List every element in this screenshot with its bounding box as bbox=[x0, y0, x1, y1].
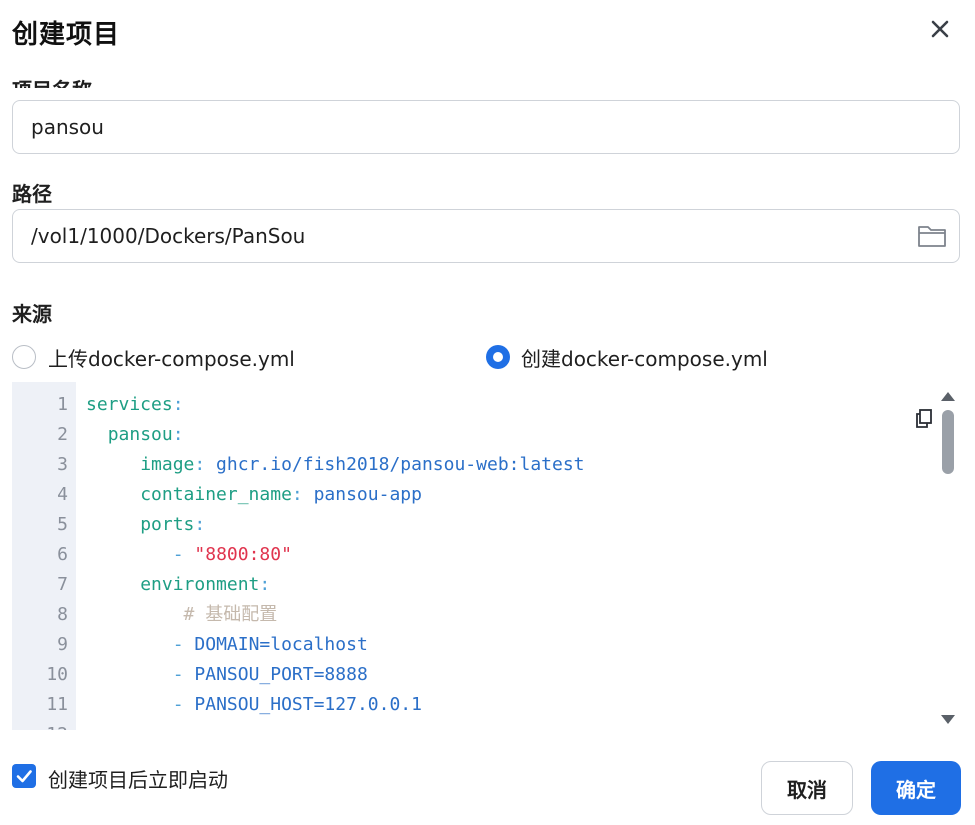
confirm-button[interactable]: 确定 bbox=[871, 761, 961, 815]
copy-icon bbox=[916, 409, 932, 428]
line-number: 5 bbox=[57, 514, 68, 535]
triangle-down-icon bbox=[941, 715, 955, 724]
close-button[interactable] bbox=[925, 14, 955, 44]
code-line[interactable]: 11 - PANSOU_HOST=127.0.0.1 bbox=[12, 690, 942, 720]
code-punct: : bbox=[291, 484, 303, 505]
code-value: PANSOU_HOST=127.0.0.1 bbox=[194, 694, 422, 715]
line-number: 12 bbox=[12, 720, 68, 730]
code-dash: - bbox=[172, 694, 195, 715]
code-str: "8800:80" bbox=[194, 544, 292, 565]
scroll-up-arrow[interactable] bbox=[940, 388, 956, 402]
scroll-down-arrow[interactable] bbox=[940, 712, 956, 726]
code-line[interactable]: 12 bbox=[12, 720, 942, 730]
checkmark-icon bbox=[16, 770, 32, 783]
code-key: image bbox=[140, 454, 195, 475]
line-number: 7 bbox=[57, 574, 68, 595]
code-value: pansou-app bbox=[302, 484, 422, 505]
code-text: - PANSOU_PORT=8888 bbox=[86, 660, 368, 690]
code-text: services: bbox=[86, 390, 184, 420]
code-line[interactable]: 4 container_name: pansou-app bbox=[12, 480, 942, 510]
code-text: image: ghcr.io/fish2018/pansou-web:lates… bbox=[86, 450, 585, 480]
code-dash: - bbox=[172, 634, 195, 655]
close-icon bbox=[931, 20, 949, 38]
code-text: - DOMAIN=localhost bbox=[86, 630, 368, 660]
code-dash: - bbox=[172, 544, 195, 565]
code-key: ports bbox=[140, 514, 195, 535]
editor-scrollbar-thumb[interactable] bbox=[942, 410, 954, 474]
autostart-label[interactable]: 创建项目后立即启动 bbox=[48, 764, 228, 793]
code-text: - PANSOU_HOST=127.0.0.1 bbox=[86, 690, 422, 720]
code-text: pansou: bbox=[86, 420, 184, 450]
code-line[interactable]: 6 - "8800:80" bbox=[12, 540, 942, 570]
code-value: PANSOU_PORT=8888 bbox=[194, 664, 368, 685]
code-key: services bbox=[86, 394, 173, 415]
code-line[interactable]: 5 ports: bbox=[12, 510, 942, 540]
source-create-radio[interactable] bbox=[486, 345, 510, 369]
code-line[interactable]: 8 # 基础配置 bbox=[12, 600, 942, 630]
line-number: 4 bbox=[57, 484, 68, 505]
code-comment: # 基础配置 bbox=[183, 604, 278, 625]
project-name-label: 项目名称 bbox=[12, 74, 92, 88]
source-upload-label[interactable]: 上传docker-compose.yml bbox=[48, 343, 295, 372]
code-line[interactable]: 1 services: bbox=[12, 390, 942, 420]
line-number: 10 bbox=[46, 664, 68, 685]
code-text: - "8800:80" bbox=[86, 540, 292, 570]
project-name-input[interactable] bbox=[12, 100, 960, 154]
folder-icon bbox=[918, 226, 946, 247]
code-line[interactable]: 9 - DOMAIN=localhost bbox=[12, 630, 942, 660]
copy-button[interactable] bbox=[914, 408, 934, 430]
code-line[interactable]: 10 - PANSOU_PORT=8888 bbox=[12, 660, 942, 690]
code-punct: : bbox=[194, 514, 206, 535]
code-line[interactable]: 3 image: ghcr.io/fish2018/pansou-web:lat… bbox=[12, 450, 942, 480]
project-name-label-container: 项目名称 bbox=[12, 66, 212, 88]
code-text: container_name: pansou-app bbox=[86, 480, 422, 510]
line-number: 1 bbox=[57, 394, 68, 415]
autostart-checkbox[interactable] bbox=[12, 764, 36, 788]
code-dash: - bbox=[172, 664, 195, 685]
code-text: # 基础配置 bbox=[86, 600, 278, 630]
source-create-label[interactable]: 创建docker-compose.yml bbox=[521, 343, 768, 372]
path-input[interactable] bbox=[12, 209, 960, 263]
code-punct: : bbox=[172, 424, 184, 445]
code-text: ports: bbox=[86, 510, 205, 540]
line-number: 11 bbox=[46, 694, 68, 715]
cancel-button[interactable]: 取消 bbox=[761, 761, 853, 815]
code-line[interactable]: 7 environment: bbox=[12, 570, 942, 600]
code-key: environment bbox=[140, 574, 260, 595]
triangle-up-icon bbox=[941, 392, 955, 401]
code-punct: : bbox=[194, 454, 206, 475]
line-number: 2 bbox=[57, 424, 68, 445]
line-number: 6 bbox=[57, 544, 68, 565]
code-value: DOMAIN=localhost bbox=[194, 634, 368, 655]
code-value: ghcr.io/fish2018/pansou-web:latest bbox=[205, 454, 585, 475]
code-key: container_name bbox=[140, 484, 292, 505]
code-text: environment: bbox=[86, 570, 270, 600]
code-key: pansou bbox=[107, 424, 173, 445]
browse-folder-button[interactable] bbox=[916, 222, 948, 250]
line-number: 9 bbox=[57, 634, 68, 655]
line-number: 8 bbox=[57, 604, 68, 625]
compose-editor[interactable]: 1 services: 2 pansou: 3 image: ghcr.io/fish… bbox=[12, 382, 960, 730]
line-number: 3 bbox=[57, 454, 68, 475]
path-label: 路径 bbox=[12, 182, 52, 206]
source-upload-radio[interactable] bbox=[12, 345, 36, 369]
dialog-title: 创建项目 bbox=[12, 20, 121, 50]
code-line[interactable]: 2 pansou: bbox=[12, 420, 942, 450]
code-punct: : bbox=[172, 394, 184, 415]
source-label: 来源 bbox=[12, 302, 52, 326]
code-punct: : bbox=[259, 574, 271, 595]
